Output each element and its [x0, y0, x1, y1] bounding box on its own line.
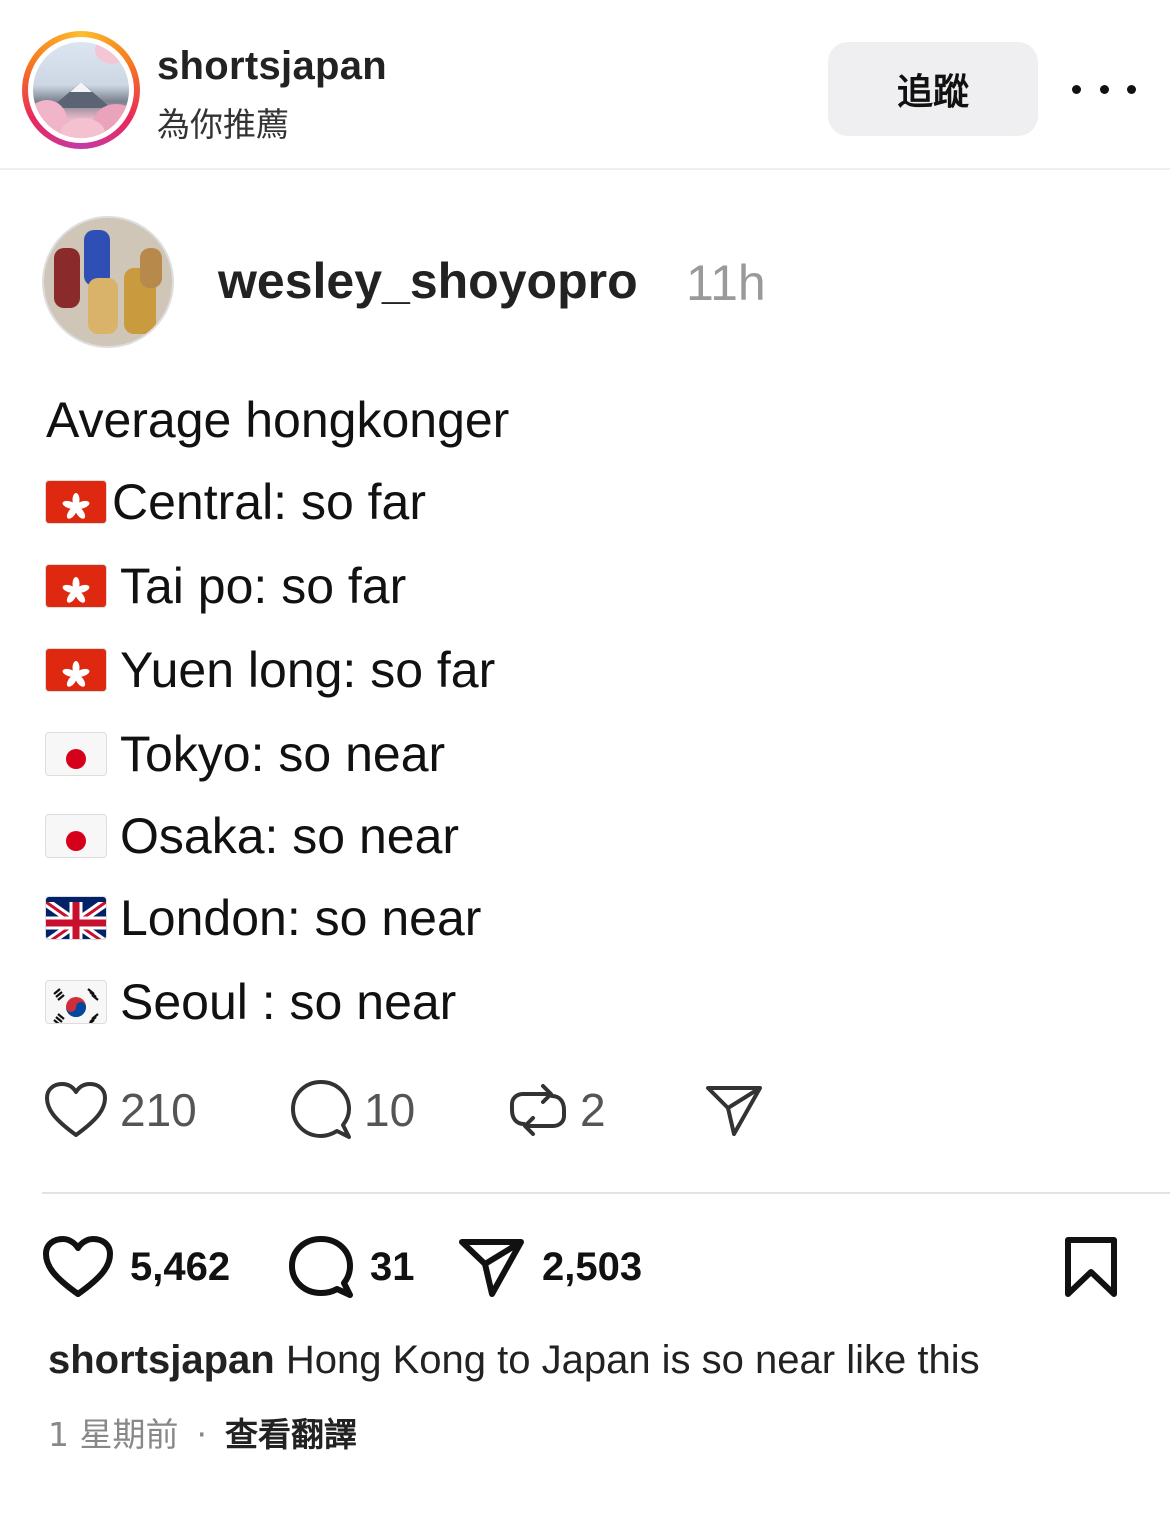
send-icon — [706, 1086, 762, 1136]
media-divider — [42, 1192, 1170, 1194]
post-meta: 1 星期前 · 查看翻譯 — [48, 1408, 357, 1456]
hong-kong-flag-icon — [46, 648, 106, 691]
post-line-text: Seoul : so near — [120, 974, 457, 1030]
post-line-central: Central: so far — [46, 472, 426, 532]
post-line-text: Yuen long: so far — [120, 642, 496, 698]
share-count: 2,503 — [542, 1244, 643, 1289]
comment-count: 31 — [370, 1244, 415, 1289]
caption-author[interactable]: shortsjapan — [48, 1338, 275, 1382]
south-korea-flag-icon — [46, 980, 106, 1023]
embedded-share-stat — [704, 1080, 764, 1140]
suggested-label: 為你推薦 — [157, 105, 289, 144]
post-age: 1 星期前 — [48, 1415, 179, 1454]
heart-icon[interactable] — [42, 1236, 114, 1298]
embedded-repost-count: 2 — [580, 1084, 606, 1136]
account-avatar[interactable] — [33, 42, 129, 138]
heart-icon — [45, 1082, 107, 1137]
comment-action[interactable]: 31 — [288, 1236, 415, 1298]
account-name[interactable]: shortsjapan — [157, 44, 387, 89]
embedded-reply-count: 10 — [364, 1084, 416, 1136]
caption: shortsjapan Hong Kong to Japan is so nea… — [48, 1338, 980, 1383]
follow-button[interactable]: 追蹤 — [828, 42, 1038, 136]
hong-kong-flag-icon — [46, 480, 106, 523]
caption-text: Hong Kong to Japan is so near like this — [274, 1338, 980, 1382]
post-header: shortsjapan 為你推薦 追蹤 — [0, 0, 1170, 170]
comment-icon — [291, 1080, 351, 1139]
uk-flag-icon — [46, 896, 106, 939]
share-action[interactable]: 2,503 — [458, 1236, 642, 1298]
meta-separator: · — [196, 1415, 208, 1454]
embedded-repost-stat: 2 — [508, 1080, 606, 1140]
post-line-text: Central: so far — [112, 474, 427, 530]
repost-icon — [510, 1084, 566, 1136]
post-line-yuen-long: Yuen long: so far — [46, 640, 495, 700]
post-line-london: London: so near — [46, 888, 481, 948]
see-translation-link[interactable]: 查看翻譯 — [225, 1415, 357, 1454]
post-line-text: Tokyo: so near — [120, 726, 446, 782]
post-line-text: Osaka: so near — [120, 808, 460, 864]
save-action[interactable] — [1062, 1236, 1120, 1298]
post-line-tai-po: Tai po: so far — [46, 556, 406, 616]
post-author-avatar — [42, 216, 174, 348]
like-action[interactable]: 5,462 — [42, 1236, 230, 1298]
post-line-seoul: Seoul : so near — [46, 972, 456, 1032]
comment-icon[interactable] — [288, 1235, 354, 1299]
story-ring[interactable] — [22, 31, 140, 149]
post-line-osaka: Osaka: so near — [46, 806, 459, 866]
post-line-tokyo: Tokyo: so near — [46, 724, 445, 784]
post-line-text: Tai po: so far — [120, 558, 407, 614]
send-icon[interactable] — [458, 1236, 526, 1298]
post-line-text: London: so near — [120, 890, 482, 946]
japan-flag-icon — [46, 732, 106, 775]
post-title: Average hongkonger — [46, 392, 510, 448]
hong-kong-flag-icon — [46, 564, 106, 607]
japan-flag-icon — [46, 814, 106, 857]
post-timestamp: 11h — [686, 255, 766, 311]
like-count: 5,462 — [130, 1244, 231, 1289]
post-username: wesley_shoyopro — [218, 253, 638, 309]
embedded-like-count: 210 — [120, 1084, 197, 1136]
embedded-reply-stat: 10 — [290, 1080, 415, 1140]
bookmark-icon[interactable] — [1062, 1236, 1120, 1298]
more-options-icon[interactable] — [1072, 70, 1136, 108]
embedded-like-stat: 210 — [44, 1080, 197, 1140]
